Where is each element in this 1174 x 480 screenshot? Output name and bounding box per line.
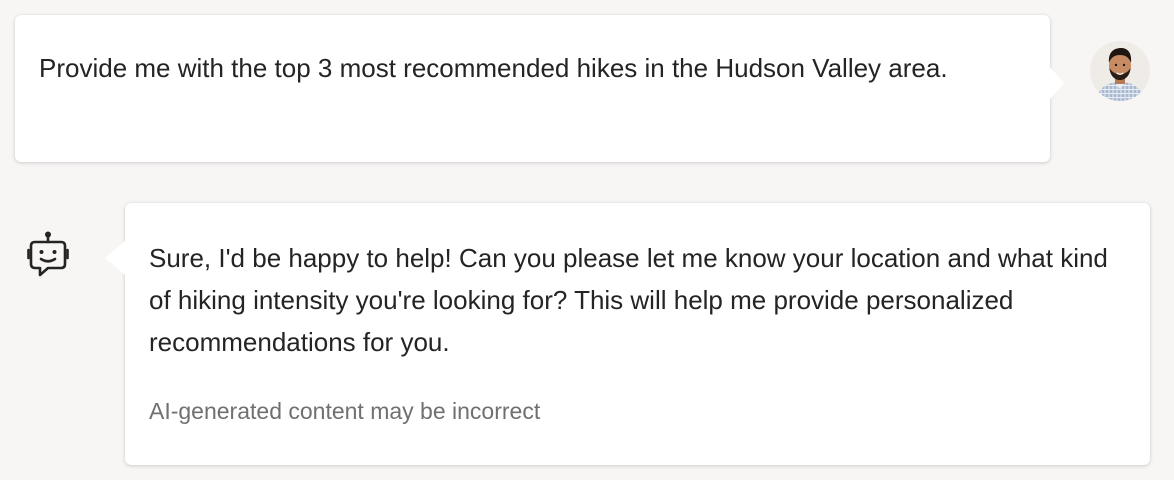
- user-avatar[interactable]: [1090, 41, 1150, 101]
- user-message-text: Provide me with the top 3 most recommend…: [39, 53, 948, 83]
- user-avatar-photo-icon: [1090, 41, 1150, 101]
- bot-message-text: Sure, I'd be happy to help! Can you plea…: [149, 243, 1108, 357]
- user-message-bubble: Provide me with the top 3 most recommend…: [15, 15, 1064, 162]
- ai-disclaimer-text: AI-generated content may be incorrect: [149, 398, 541, 424]
- chatbot-icon: [27, 230, 71, 278]
- bot-message-bubble: Sure, I'd be happy to help! Can you plea…: [105, 203, 1150, 465]
